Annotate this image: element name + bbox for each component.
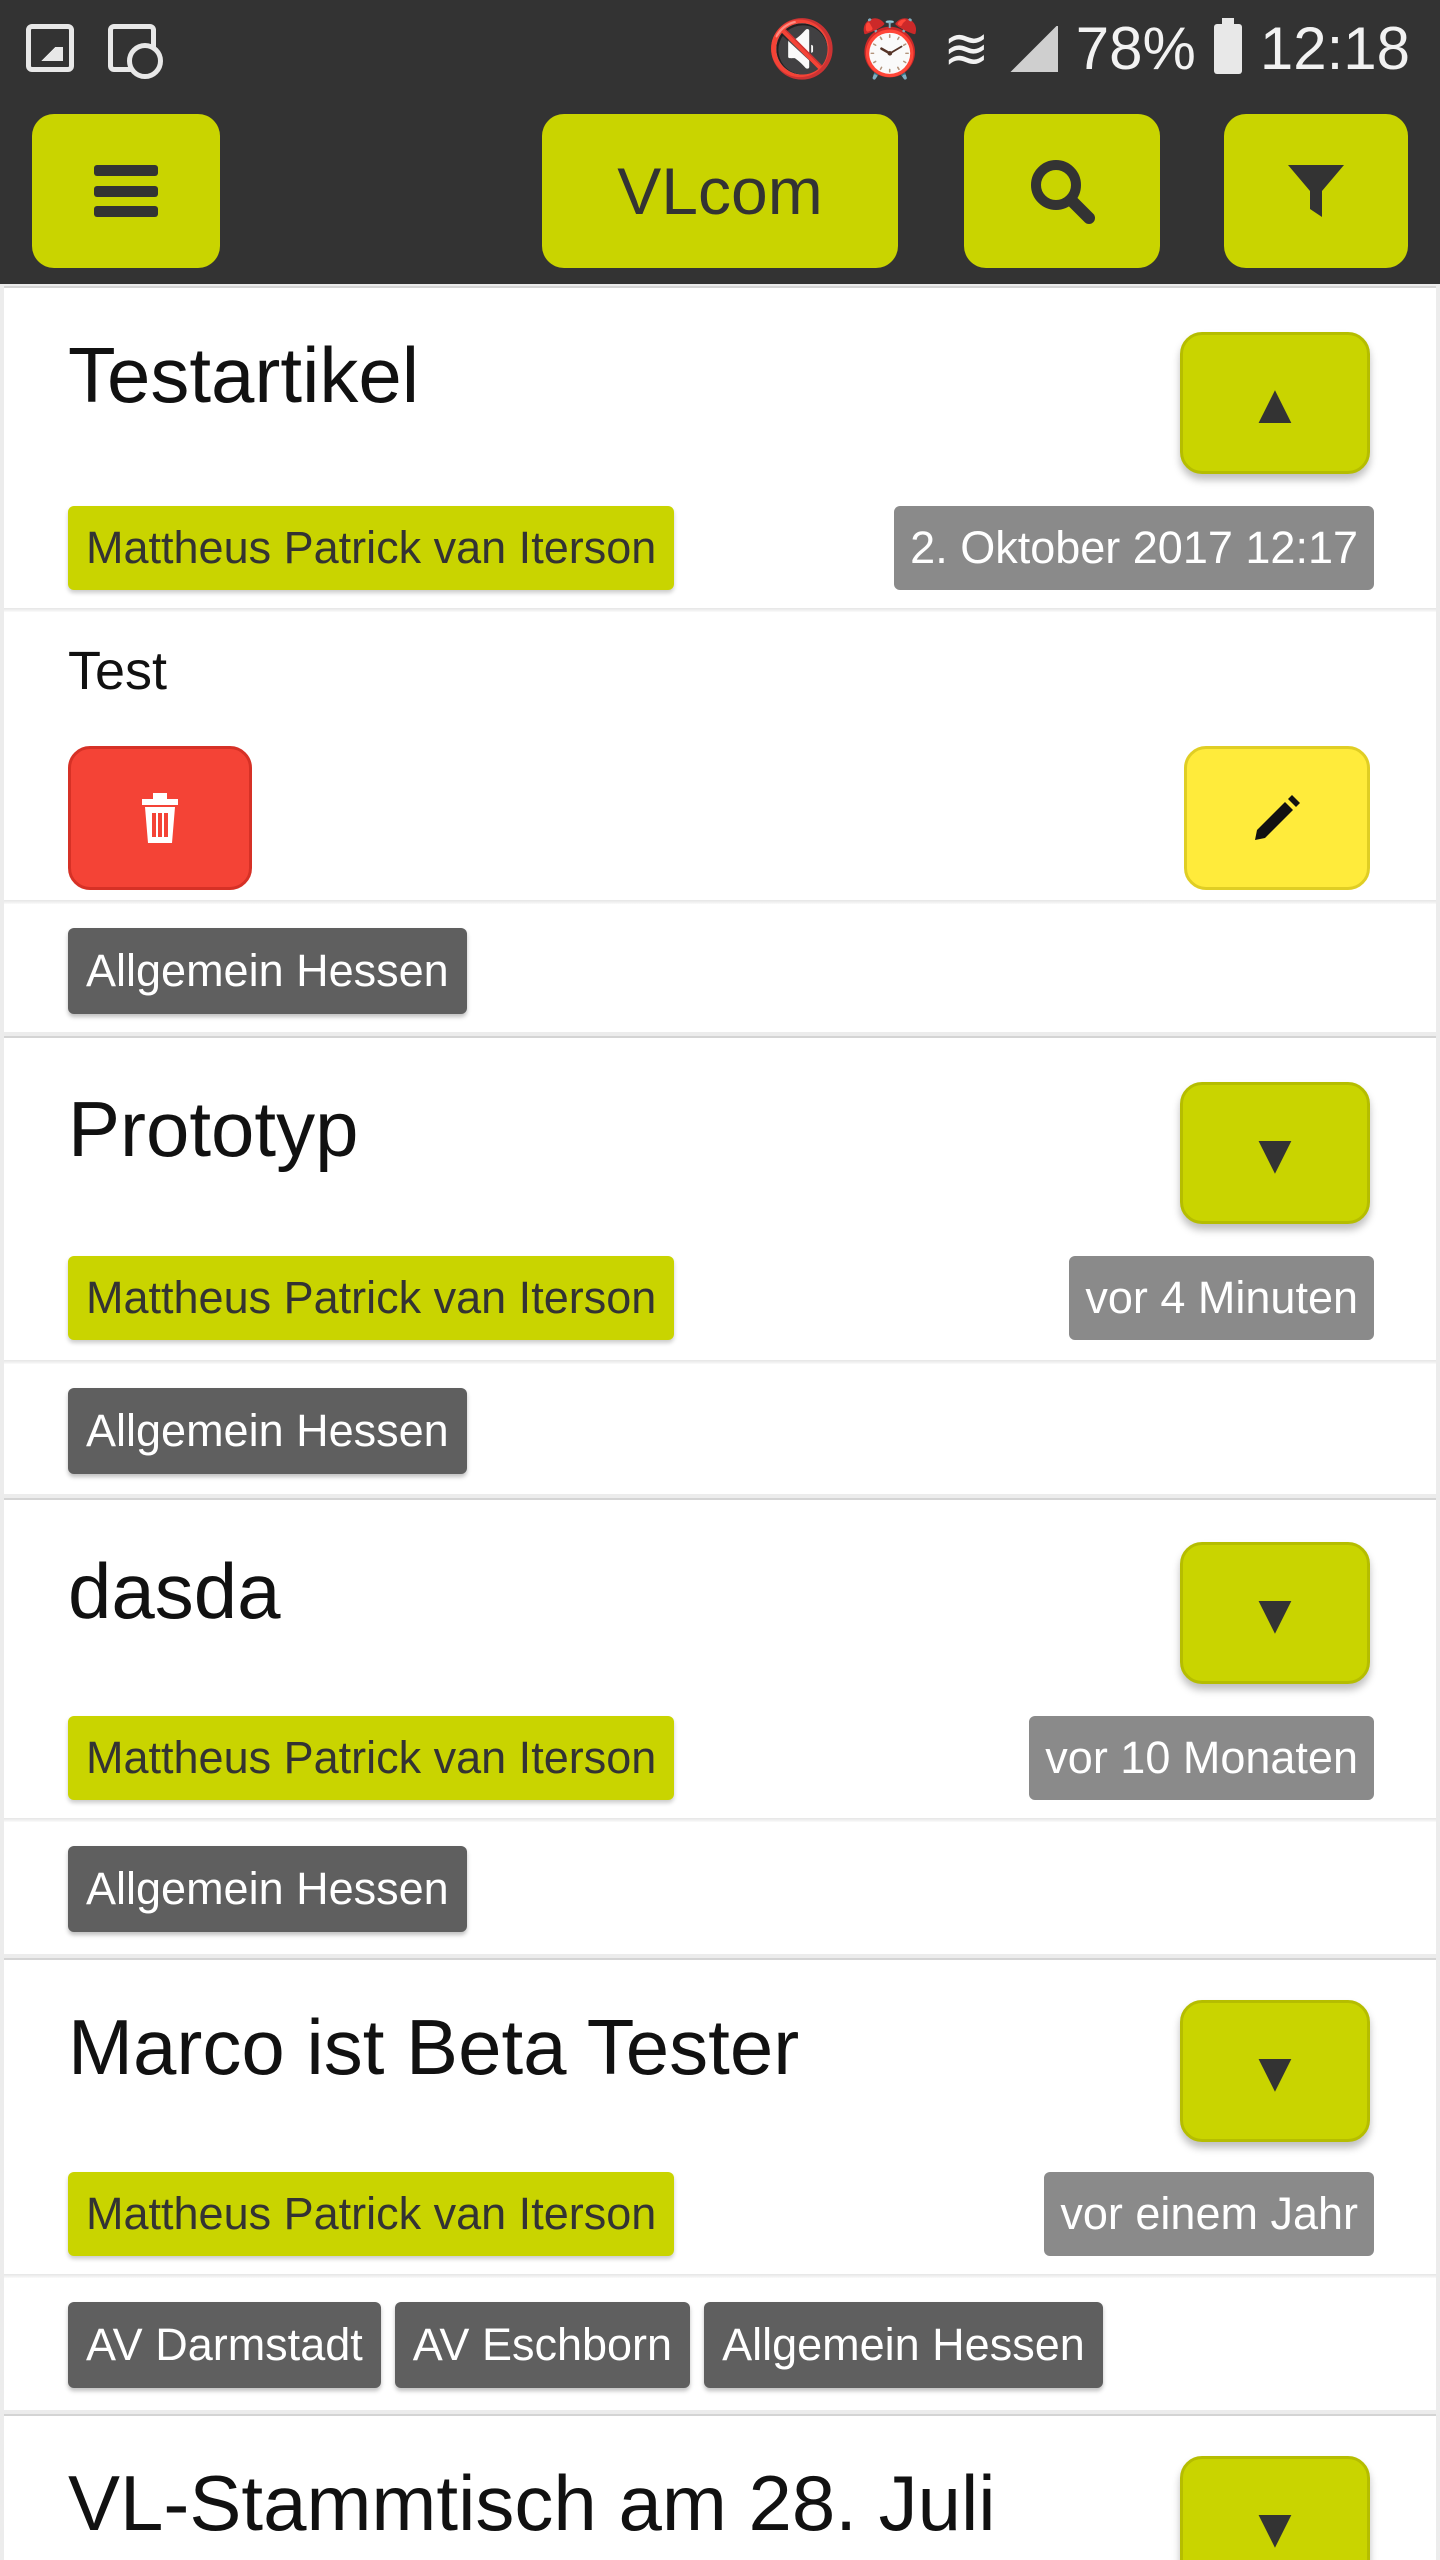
author-badge: Mattheus Patrick van Iterson (68, 506, 675, 590)
chevron-down-icon: ▼ (1247, 2039, 1303, 2103)
chevron-down-icon: ▼ (1247, 2495, 1303, 2559)
menu-button[interactable] (32, 114, 220, 268)
expand-button[interactable]: ▼ (1180, 1542, 1370, 1684)
delete-button[interactable] (68, 746, 252, 890)
tag-list: Allgemein Hessen (68, 1388, 467, 1474)
image-icon (26, 24, 74, 72)
tag-list: Allgemein Hessen (68, 928, 467, 1014)
wifi-icon: ≋ (942, 16, 990, 80)
search-icon (1031, 160, 1095, 224)
tag[interactable]: Allgemein Hessen (704, 2302, 1103, 2388)
expand-button[interactable]: ▼ (1180, 2456, 1370, 2560)
clock-icon (108, 24, 163, 79)
filter-icon (1288, 165, 1344, 217)
signal-icon (1007, 25, 1058, 72)
divider (4, 1360, 1436, 1364)
tag-list: Allgemein Hessen (68, 1846, 467, 1932)
tag-list: AV Darmstadt AV Eschborn Allgemein Hesse… (68, 2302, 1103, 2388)
chevron-down-icon: ▼ (1247, 1581, 1303, 1645)
brand-button[interactable]: VLcom (542, 114, 898, 268)
tag[interactable]: AV Darmstadt (68, 2302, 381, 2388)
article-title: Prototyp (68, 1085, 359, 1173)
clock-time: 12:18 (1259, 15, 1410, 82)
date-badge: 2. Oktober 2017 12:17 (894, 506, 1374, 590)
article-card: Prototyp ▼ Mattheus Patrick van Iterson … (4, 1036, 1436, 1494)
divider (4, 2274, 1436, 2278)
article-title: Marco ist Beta Tester (68, 2003, 800, 2091)
chevron-up-icon: ▲ (1247, 371, 1303, 435)
app-bar: VLcom (0, 98, 1440, 284)
article-title: VL-Stammtisch am 28. Juli (68, 2459, 996, 2547)
filter-button[interactable] (1224, 114, 1408, 268)
tag[interactable]: AV Eschborn (394, 2302, 691, 2388)
divider (4, 1818, 1436, 1822)
article-card: dasda ▼ Mattheus Patrick van Iterson vor… (4, 1498, 1436, 1954)
pencil-icon (1255, 795, 1300, 840)
author-badge: Mattheus Patrick van Iterson (68, 1716, 675, 1800)
date-badge: vor 10 Monaten (1029, 1716, 1374, 1800)
chevron-down-icon: ▼ (1247, 1121, 1303, 1185)
article-card: VL-Stammtisch am 28. Juli ▼ (4, 2414, 1436, 2560)
search-button[interactable] (964, 114, 1160, 268)
mute-icon: 🔇 (767, 16, 838, 80)
collapse-button[interactable]: ▲ (1180, 332, 1370, 474)
status-bar: 🔇 ⏰ ≋ 78% 12:18 (0, 0, 1440, 98)
expand-button[interactable]: ▼ (1180, 2000, 1370, 2142)
battery-icon (1213, 17, 1242, 74)
menu-icon (94, 165, 158, 217)
author-badge: Mattheus Patrick van Iterson (68, 2172, 675, 2256)
trash-icon (142, 793, 178, 843)
edit-button[interactable] (1184, 746, 1370, 890)
article-card: Marco ist Beta Tester ▼ Mattheus Patrick… (4, 1958, 1436, 2410)
article-body: Test (68, 641, 168, 701)
tag[interactable]: Allgemein Hessen (68, 1388, 467, 1474)
article-title: dasda (68, 1547, 281, 1635)
tag[interactable]: Allgemein Hessen (68, 928, 467, 1014)
divider (4, 900, 1436, 904)
expand-button[interactable]: ▼ (1180, 1082, 1370, 1224)
battery-percent: 78% (1075, 15, 1196, 82)
alarm-icon: ⏰ (855, 16, 925, 80)
date-badge: vor einem Jahr (1044, 2172, 1374, 2256)
article-title: Testartikel (68, 331, 420, 419)
tag[interactable]: Allgemein Hessen (68, 1846, 467, 1932)
date-badge: vor 4 Minuten (1069, 1256, 1374, 1340)
author-badge: Mattheus Patrick van Iterson (68, 1256, 675, 1340)
divider (4, 608, 1436, 612)
article-card: Testartikel ▲ Mattheus Patrick van Iters… (4, 286, 1436, 1032)
